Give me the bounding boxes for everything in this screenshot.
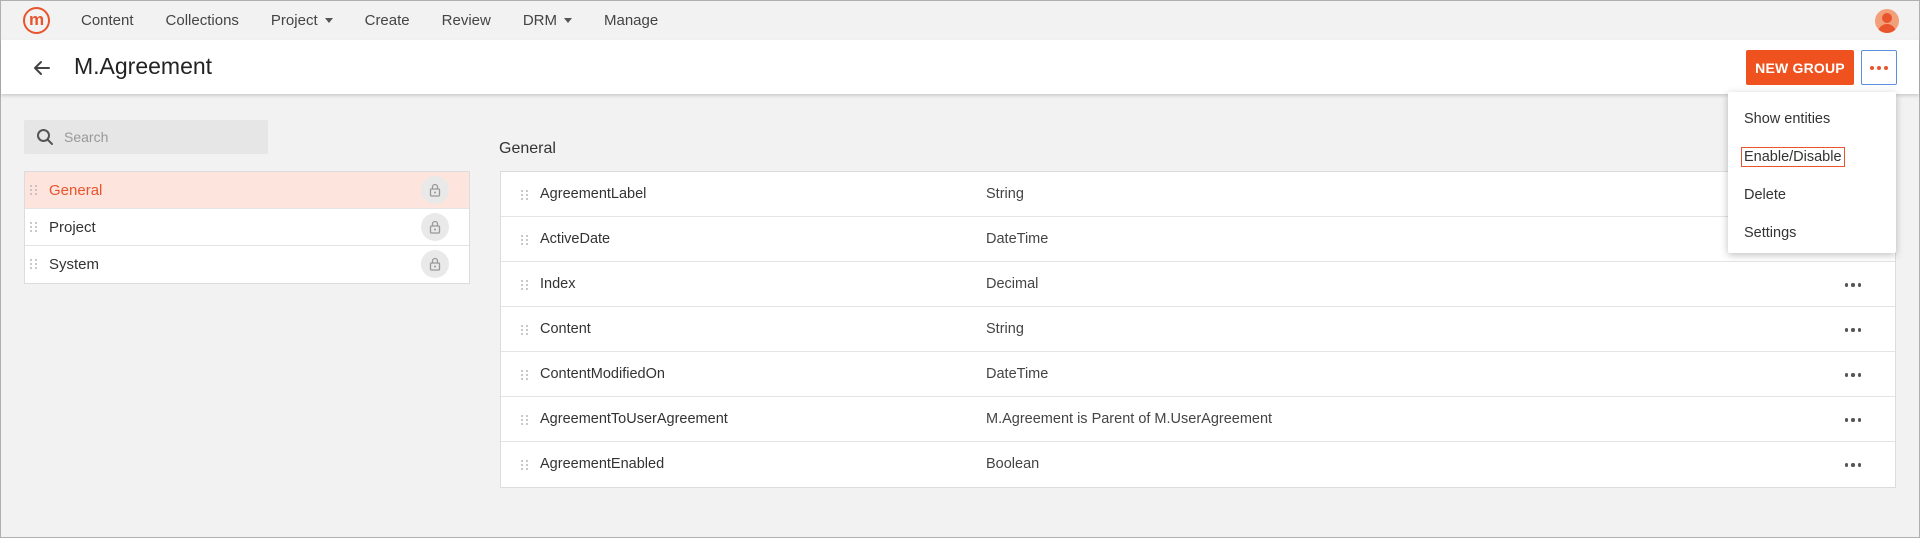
nav-item-label: Content bbox=[81, 11, 134, 29]
lock-icon bbox=[421, 213, 449, 241]
more-options-menu: Show entities Enable/Disable Delete Sett… bbox=[1728, 92, 1896, 253]
new-group-button[interactable]: NEW GROUP bbox=[1746, 50, 1854, 85]
ellipsis-icon bbox=[1844, 463, 1862, 467]
search-icon bbox=[37, 129, 53, 145]
property-name: ContentModifiedOn bbox=[540, 366, 665, 382]
property-name: AgreementEnabled bbox=[540, 456, 665, 472]
property-type: M.Agreement is Parent of M.UserAgreement bbox=[986, 411, 1273, 427]
row-more-button[interactable] bbox=[1838, 364, 1868, 386]
menu-item-label: Show entities bbox=[1744, 111, 1831, 127]
group-label: System bbox=[49, 256, 100, 273]
menu-item-delete[interactable]: Delete bbox=[1728, 176, 1896, 214]
caret-down-icon bbox=[324, 17, 333, 23]
property-type: String bbox=[986, 321, 1024, 337]
brand-logo[interactable]: m bbox=[23, 7, 50, 34]
property-row[interactable]: AgreementLabel String bbox=[501, 172, 1895, 217]
drag-handle-icon[interactable] bbox=[521, 415, 529, 425]
property-row[interactable]: AgreementToUserAgreement M.Agreement is … bbox=[501, 397, 1895, 442]
top-navigation: m Content Collections Project Create Rev… bbox=[1, 1, 1919, 39]
group-item-general[interactable]: General bbox=[25, 172, 469, 209]
nav-item-create[interactable]: Create bbox=[349, 12, 426, 29]
user-avatar-icon[interactable] bbox=[1875, 9, 1899, 33]
property-name: Content bbox=[540, 321, 591, 337]
property-row[interactable]: Index Decimal bbox=[501, 262, 1895, 307]
menu-item-show-entities[interactable]: Show entities bbox=[1728, 100, 1896, 138]
page-title: M.Agreement bbox=[74, 53, 213, 79]
nav-item-project[interactable]: Project bbox=[255, 12, 349, 29]
property-type: String bbox=[986, 186, 1024, 202]
search-input[interactable] bbox=[64, 120, 260, 154]
nav-item-label: Project bbox=[270, 11, 318, 29]
more-options-button[interactable] bbox=[1861, 50, 1897, 85]
nav-item-drm[interactable]: DRM bbox=[507, 12, 588, 29]
property-type: DateTime bbox=[986, 231, 1049, 247]
group-item-project[interactable]: Project bbox=[25, 209, 469, 246]
group-item-system[interactable]: System bbox=[25, 246, 469, 283]
row-more-button[interactable] bbox=[1838, 274, 1868, 296]
ellipsis-icon bbox=[1844, 328, 1862, 332]
property-name: AgreementToUserAgreement bbox=[540, 411, 728, 427]
brand-logo-letter: m bbox=[28, 9, 45, 29]
menu-item-settings[interactable]: Settings bbox=[1728, 214, 1896, 252]
property-name: Index bbox=[540, 276, 576, 292]
property-row[interactable]: Content String bbox=[501, 307, 1895, 352]
property-row[interactable]: ActiveDate DateTime bbox=[501, 217, 1895, 262]
menu-item-enable-disable[interactable]: Enable/Disable bbox=[1728, 138, 1896, 176]
lock-icon bbox=[421, 176, 449, 204]
page-header: M.Agreement NEW GROUP bbox=[1, 40, 1919, 94]
row-more-button[interactable] bbox=[1838, 409, 1868, 431]
ellipsis-icon bbox=[1844, 418, 1862, 422]
property-type: DateTime bbox=[986, 366, 1049, 382]
search-box bbox=[24, 120, 268, 154]
nav-item-label: Review bbox=[441, 11, 491, 29]
property-row[interactable]: ContentModifiedOn DateTime bbox=[501, 352, 1895, 397]
drag-handle-icon[interactable] bbox=[30, 259, 38, 269]
drag-handle-icon[interactable] bbox=[521, 325, 529, 335]
drag-handle-icon[interactable] bbox=[30, 185, 38, 195]
menu-item-label: Enable/Disable bbox=[1741, 147, 1845, 167]
menu-item-label: Settings bbox=[1744, 225, 1797, 241]
ellipsis-icon bbox=[1844, 283, 1862, 287]
nav-item-label: Manage bbox=[604, 11, 659, 29]
drag-handle-icon[interactable] bbox=[521, 280, 529, 290]
property-table: AgreementLabel String ActiveDate DateTim… bbox=[500, 171, 1896, 488]
property-type: Boolean bbox=[986, 456, 1040, 472]
group-label: General bbox=[49, 181, 103, 199]
drag-handle-icon[interactable] bbox=[30, 222, 38, 232]
ellipsis-icon bbox=[1870, 65, 1888, 70]
row-more-button[interactable] bbox=[1838, 454, 1868, 476]
drag-handle-icon[interactable] bbox=[521, 370, 529, 380]
caret-down-icon bbox=[564, 17, 572, 23]
property-type: Decimal bbox=[986, 276, 1039, 292]
drag-handle-icon[interactable] bbox=[521, 190, 529, 200]
ellipsis-icon bbox=[1844, 373, 1862, 377]
group-label: Project bbox=[49, 218, 96, 236]
nav-item-label: Collections bbox=[165, 11, 239, 29]
nav-item-label: Create bbox=[364, 11, 410, 29]
group-list: General Project System bbox=[24, 171, 470, 284]
menu-item-label: Delete bbox=[1744, 187, 1786, 203]
nav-item-label: DRM bbox=[522, 11, 557, 29]
property-name: ActiveDate bbox=[540, 231, 611, 247]
nav-items: Content Collections Project Create Revie… bbox=[65, 1, 674, 39]
row-more-button[interactable] bbox=[1838, 319, 1868, 341]
property-row[interactable]: AgreementEnabled Boolean bbox=[501, 442, 1895, 487]
back-arrow-icon[interactable] bbox=[29, 55, 55, 81]
nav-item-content[interactable]: Content bbox=[65, 12, 150, 29]
nav-item-review[interactable]: Review bbox=[426, 12, 507, 29]
drag-handle-icon[interactable] bbox=[521, 235, 529, 245]
section-title: General bbox=[499, 140, 556, 157]
nav-item-manage[interactable]: Manage bbox=[588, 12, 674, 29]
lock-icon bbox=[421, 250, 449, 278]
property-name: AgreementLabel bbox=[540, 186, 647, 202]
drag-handle-icon[interactable] bbox=[521, 460, 529, 470]
nav-item-collections[interactable]: Collections bbox=[150, 12, 255, 29]
